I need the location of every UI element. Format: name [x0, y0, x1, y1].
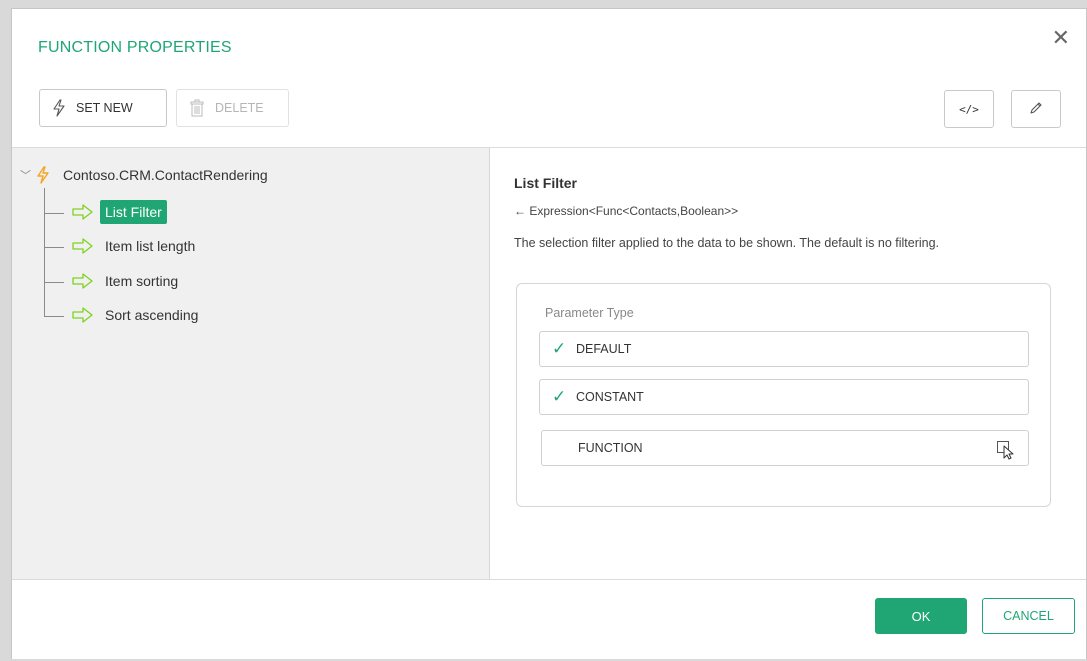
select-cursor-icon	[996, 440, 1016, 460]
lightning-icon	[52, 99, 66, 117]
tree-item-item-list-length[interactable]: Item list length	[72, 234, 200, 258]
close-icon[interactable]: ✕	[1052, 27, 1070, 49]
arrow-right-icon	[72, 238, 94, 254]
cancel-button[interactable]: CANCEL	[982, 598, 1075, 634]
parameter-type-constant-option[interactable]: ✓ CONSTANT	[539, 379, 1029, 415]
arrow-right-icon	[72, 307, 94, 323]
option-label: CONSTANT	[576, 390, 644, 404]
function-tree-pane: ﹀ Contoso.CRM.ContactRendering List Filt…	[12, 148, 490, 579]
tree-item-label: Item sorting	[105, 273, 179, 289]
arrow-right-icon	[72, 273, 94, 289]
details-pane: List Filter ← Expression<Func<Contacts,B…	[491, 148, 1086, 579]
parameter-type-label: Parameter Type	[545, 306, 634, 320]
tree-item-label: Sort ascending	[105, 307, 199, 323]
trash-icon	[189, 99, 205, 117]
tree-item-item-sorting[interactable]: Item sorting	[72, 269, 183, 293]
arrow-right-icon	[72, 204, 94, 220]
tree-item-label: Item list length	[105, 238, 196, 254]
tree-item-sort-ascending[interactable]: Sort ascending	[72, 303, 203, 327]
dialog-title: FUNCTION PROPERTIES	[38, 39, 232, 56]
parameter-type-function-option[interactable]: FUNCTION	[541, 430, 1029, 466]
tree-item-list-filter[interactable]: List Filter	[72, 200, 167, 224]
code-icon: </>	[959, 102, 979, 116]
tree-root-label: Contoso.CRM.ContactRendering	[63, 167, 268, 183]
tree-connector	[44, 247, 64, 248]
lightning-icon	[37, 166, 49, 184]
edit-button[interactable]	[1011, 90, 1061, 128]
option-label: DEFAULT	[576, 342, 632, 356]
check-icon: ✓	[552, 387, 567, 406]
tree-root[interactable]: ﹀ Contoso.CRM.ContactRendering	[20, 166, 268, 184]
option-label: FUNCTION	[578, 441, 643, 455]
code-view-button[interactable]: </>	[944, 90, 994, 128]
parameter-type-panel: Parameter Type ✓ DEFAULT ✓ CONSTANT FUNC…	[516, 283, 1051, 507]
chevron-down-icon[interactable]: ﹀	[20, 167, 31, 183]
set-new-label: SET NEW	[76, 101, 133, 115]
set-new-button[interactable]: SET NEW	[39, 89, 167, 127]
ok-button[interactable]: OK	[875, 598, 967, 634]
details-description: The selection filter applied to the data…	[514, 236, 940, 250]
tree-item-label: List Filter	[100, 200, 167, 224]
tree-connector	[44, 213, 64, 214]
check-icon: ✓	[552, 339, 567, 358]
pencil-icon	[1028, 100, 1044, 119]
tree-connector	[44, 282, 64, 283]
delete-label: DELETE	[215, 101, 264, 115]
function-properties-dialog: FUNCTION PROPERTIES ✕ SET NEW DELETE </>…	[11, 8, 1087, 659]
delete-button[interactable]: DELETE	[176, 89, 289, 127]
parameter-type-default-option[interactable]: ✓ DEFAULT	[539, 331, 1029, 367]
tree-connector	[44, 316, 64, 317]
tree-connector	[44, 188, 45, 317]
details-title: List Filter	[514, 175, 578, 191]
details-signature: ← Expression<Func<Contacts,Boolean>>	[514, 204, 739, 218]
